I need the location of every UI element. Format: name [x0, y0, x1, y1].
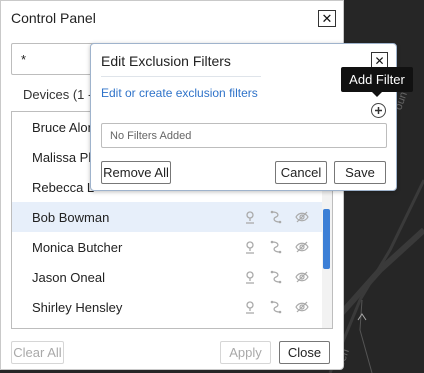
location-pin-icon[interactable] — [242, 299, 258, 315]
device-name: Jason Oneal — [32, 269, 105, 285]
remove-all-button[interactable]: Remove All — [101, 161, 171, 184]
divider — [101, 76, 261, 77]
list-item[interactable]: Jason Oneal — [12, 262, 322, 292]
list-item[interactable]: Bob Bowman — [12, 202, 322, 232]
hide-icon[interactable] — [294, 269, 310, 285]
panel-close-button[interactable]: ✕ — [318, 10, 336, 27]
location-pin-icon[interactable] — [242, 239, 258, 255]
tooltip-arrow — [371, 91, 383, 97]
scroll-thumb[interactable] — [323, 209, 330, 269]
clear-all-button[interactable]: Clear All — [11, 341, 64, 364]
cancel-button[interactable]: Cancel — [275, 161, 327, 184]
add-filter-tooltip: Add Filter — [341, 67, 413, 92]
hide-icon[interactable] — [294, 209, 310, 225]
dialog-title: Edit Exclusion Filters — [101, 53, 231, 69]
device-name: Rebecca L — [32, 179, 95, 195]
add-filter-button[interactable] — [371, 103, 386, 118]
hide-icon[interactable] — [294, 299, 310, 315]
route-icon[interactable] — [268, 299, 284, 315]
device-name: Bob Bowman — [32, 209, 110, 225]
exclusion-filters-dialog: Edit Exclusion Filters ✕ Edit or create … — [90, 43, 397, 191]
device-name: Shirley Hensley — [32, 299, 123, 315]
empty-filters-text: No Filters Added — [110, 130, 192, 142]
save-button[interactable]: Save — [334, 161, 386, 184]
list-item[interactable]: Monica Butcher — [12, 232, 322, 262]
location-pin-icon[interactable] — [242, 209, 258, 225]
apply-button[interactable]: Apply — [220, 341, 271, 364]
close-button[interactable]: Close — [279, 341, 330, 364]
route-icon[interactable] — [268, 209, 284, 225]
device-name: Malissa Ph — [32, 149, 96, 165]
panel-title: Control Panel — [11, 10, 96, 26]
route-icon[interactable] — [268, 239, 284, 255]
hide-icon[interactable] — [294, 239, 310, 255]
close-icon: ✕ — [321, 11, 333, 26]
plus-icon — [375, 107, 382, 114]
route-icon[interactable] — [268, 269, 284, 285]
filters-list: No Filters Added — [101, 123, 387, 148]
edit-filters-link[interactable]: Edit or create exclusion filters — [101, 86, 258, 100]
location-pin-icon[interactable] — [242, 269, 258, 285]
close-icon: ✕ — [374, 53, 385, 68]
list-item[interactable]: Shirley Hensley — [12, 292, 322, 322]
device-name: Bruce Alon — [32, 119, 95, 135]
device-name: Monica Butcher — [32, 239, 123, 255]
devices-label: Devices (1 - — [23, 87, 93, 102]
